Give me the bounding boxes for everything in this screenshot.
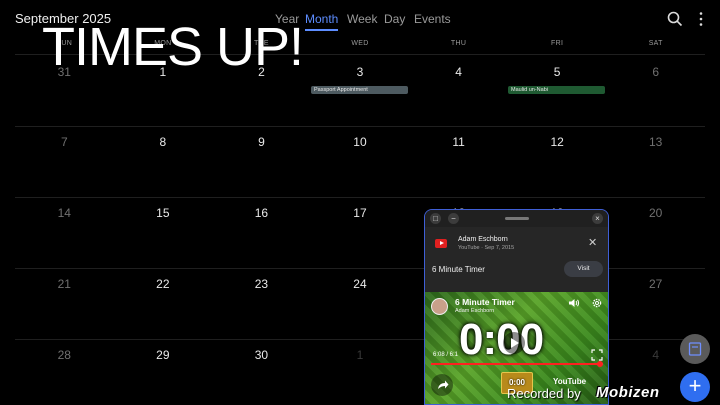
close-window-icon[interactable]: × (592, 213, 603, 224)
day-cell[interactable]: 17 (311, 206, 410, 220)
day-cell[interactable]: 4 (409, 65, 508, 79)
day-cell[interactable]: 14 (15, 206, 114, 220)
day-cell[interactable]: 22 (114, 277, 213, 291)
day-cell[interactable]: 10 (311, 135, 410, 149)
day-cell[interactable]: 9 (212, 135, 311, 149)
times-up-overlay: TIMES UP! (42, 17, 304, 77)
day-cell[interactable]: 24 (311, 277, 410, 291)
progress-knob[interactable] (596, 361, 603, 367)
day-cell[interactable]: 7 (15, 135, 114, 149)
day-cell[interactable]: 20 (606, 206, 705, 220)
calendar-today-button[interactable] (680, 334, 710, 364)
tab-month[interactable]: Month (305, 12, 339, 31)
video-title: 6 Minute Timer (455, 297, 515, 307)
visit-button[interactable]: Visit (564, 261, 603, 277)
progress-fill (431, 363, 600, 365)
play-icon[interactable] (503, 332, 525, 354)
day-cell[interactable]: 8 (114, 135, 213, 149)
plus-icon: + (688, 373, 702, 398)
day-cell[interactable]: 27 (606, 277, 705, 291)
weekday-label: FRI (551, 40, 564, 47)
volume-icon[interactable] (568, 297, 580, 309)
gear-icon[interactable] (591, 297, 603, 309)
share-author: Adam Eschborn (458, 236, 508, 243)
video-channel: Adam Eschborn (455, 308, 495, 314)
video-time: 6:08 / 6:1 (433, 352, 459, 358)
youtube-logo-icon (435, 239, 447, 248)
day-cell[interactable]: 16 (212, 206, 311, 220)
day-cell[interactable]: 28 (15, 348, 114, 362)
day-cell[interactable]: 15 (114, 206, 213, 220)
week-row: 7 8 9 10 11 12 13 (15, 126, 705, 197)
day-cell[interactable]: 29 (114, 348, 213, 362)
day-cell[interactable]: 21 (15, 277, 114, 291)
event-chip[interactable]: Passport Appointment (311, 86, 408, 94)
close-icon[interactable]: ✕ (588, 236, 597, 249)
weekday-label: THU (450, 40, 467, 47)
drag-handle[interactable] (505, 217, 529, 220)
share-meta: YouTube · Sep 7, 2015 (458, 245, 515, 251)
video-progress-bar[interactable] (431, 361, 603, 367)
tab-week[interactable]: Week (347, 12, 377, 26)
day-cell[interactable]: 23 (212, 277, 311, 291)
day-cell[interactable]: 3 (311, 65, 410, 79)
event-chip[interactable]: Maulid un-Nabi (508, 86, 605, 94)
day-cell[interactable]: 12 (508, 135, 607, 149)
day-cell[interactable]: 6 (606, 65, 705, 79)
day-cell[interactable]: 30 (212, 348, 311, 362)
weekday-label: WED (351, 40, 369, 47)
avatar[interactable] (431, 298, 448, 315)
popup-title-bar[interactable]: □ − × (425, 210, 608, 227)
youtube-wordmark[interactable]: YouTube (553, 377, 586, 386)
tab-events[interactable]: Events (414, 12, 451, 26)
popup-window[interactable]: □ − × Adam Eschborn YouTube · Sep 7, 201… (424, 209, 609, 405)
share-title: 6 Minute Timer (432, 265, 485, 274)
watermark-brand: Mobizen (596, 384, 660, 401)
timer-display: 0:00 (459, 315, 544, 364)
day-cell[interactable]: 11 (409, 135, 508, 149)
day-cell[interactable]: 1 (311, 348, 410, 362)
day-cell[interactable]: 5 (508, 65, 607, 79)
search-icon[interactable] (666, 10, 684, 28)
watermark-label: Recorded by (507, 386, 581, 401)
maximize-icon[interactable]: □ (430, 213, 441, 224)
day-cell[interactable]: 13 (606, 135, 705, 149)
share-icon[interactable] (431, 374, 453, 396)
weekday-label: SAT (648, 40, 663, 47)
minimize-icon[interactable]: − (448, 213, 459, 224)
tab-day[interactable]: Day (384, 12, 405, 26)
calendar-icon (688, 342, 702, 356)
more-vertical-icon[interactable] (692, 10, 710, 28)
fullscreen-icon[interactable] (591, 349, 603, 361)
add-event-button[interactable]: + (680, 372, 710, 402)
